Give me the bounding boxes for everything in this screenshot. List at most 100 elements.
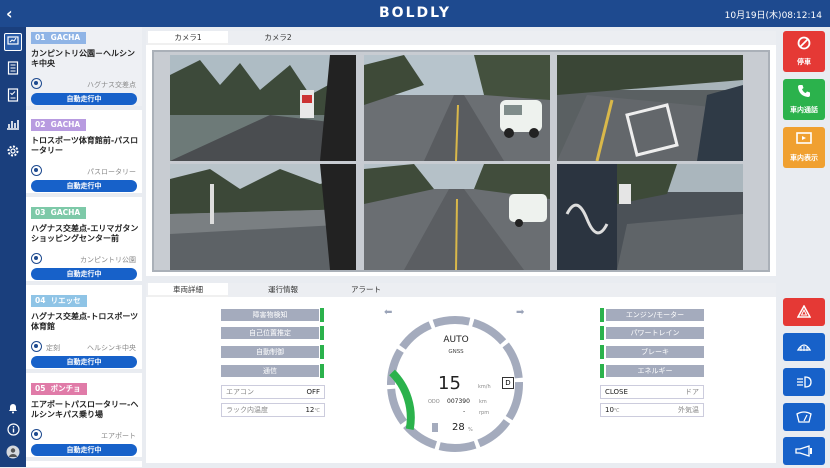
battery-icon <box>432 423 438 432</box>
odo-label: ODO <box>428 399 440 405</box>
status-localization: 自己位置推定 <box>221 327 319 339</box>
monitor-icon[interactable] <box>4 33 22 51</box>
camera-view[interactable] <box>557 164 743 270</box>
headlight-icon <box>797 376 812 388</box>
camera-view[interactable] <box>557 55 743 161</box>
stop-icon <box>31 253 42 264</box>
wiper-icon <box>796 411 812 423</box>
next-stop: カンピントリ公園 <box>80 256 136 264</box>
gear-indicator: D <box>502 377 514 389</box>
vehicle-no: 05 <box>35 384 46 393</box>
outside-temp-value: 10 <box>605 406 614 414</box>
vehicle-card[interactable]: 01 GACHA カンピントリ公園－ヘルシンキ中央 ハグナス交差点 自動走行中 <box>26 27 142 110</box>
checklist-icon[interactable] <box>4 88 22 106</box>
door-field: CLOSE ドア <box>600 385 704 399</box>
vehicle-name: GACHA <box>50 120 81 129</box>
status-indicator <box>600 308 604 322</box>
chart-icon[interactable] <box>4 117 22 135</box>
status-engine-motor: エンジン/モーター <box>606 309 704 321</box>
vehicle-name: GACHA <box>50 33 81 42</box>
nav-rail <box>0 27 26 467</box>
rack-temp-label: ラック内温度 <box>226 406 268 414</box>
in-car-display-button[interactable]: 車内表示 <box>783 127 825 168</box>
driving-status-button[interactable]: 自動走行中 <box>31 268 137 280</box>
vehicle-name: GACHA <box>50 208 81 217</box>
driving-status-button[interactable]: 自動走行中 <box>31 356 137 368</box>
status-indicator <box>600 364 604 378</box>
vehicle-tag: 04 リエッセ <box>31 295 87 307</box>
vehicle-no: 04 <box>35 296 46 305</box>
top-bar: ‹ BOLDLY 10月19日(木)08:12:14 <box>0 0 830 27</box>
status-brake: ブレーキ <box>606 346 704 358</box>
battery-value: 28 <box>452 422 465 433</box>
status-powertrain: パワートレイン <box>606 327 704 339</box>
info-icon[interactable] <box>4 423 22 441</box>
tab-vehicle-detail[interactable]: 車両詳細 <box>148 283 228 297</box>
stop-icon <box>31 341 42 352</box>
vehicle-tag: 03 GACHA <box>31 207 87 219</box>
stop-vehicle-button[interactable]: 停車 <box>783 31 825 72</box>
stop-icon <box>31 165 42 176</box>
vehicle-no: 01 <box>35 33 46 42</box>
horn-icon <box>795 445 812 457</box>
vehicle-detail-panel: 車両詳細 運行情報 アラート 障害物検知 自己位置推定 自動制御 通信 エアコン… <box>146 283 776 463</box>
door-label: ドア <box>685 388 699 396</box>
headlight-button[interactable] <box>783 368 825 396</box>
status-communication: 通信 <box>221 365 319 377</box>
tab-alert[interactable]: アラート <box>326 283 406 297</box>
vehicle-tag: 02 GACHA <box>31 119 87 131</box>
route-title: ハグナス交差点-トロスポーツ体育館 <box>31 312 139 331</box>
hazard-icon <box>796 304 812 318</box>
status-indicator <box>320 345 324 359</box>
camera-view[interactable] <box>364 55 550 161</box>
defroster-button[interactable] <box>783 333 825 361</box>
camera-view[interactable] <box>364 164 550 270</box>
bell-icon[interactable] <box>4 401 22 419</box>
vehicle-tag: 05 ポンチョ <box>31 383 87 395</box>
vehicle-no: 02 <box>35 120 46 129</box>
tab-camera-2[interactable]: カメラ2 <box>238 31 318 45</box>
aircon-label: エアコン <box>226 388 254 396</box>
camera-view[interactable] <box>170 55 356 161</box>
outside-temp-label: 外気温 <box>678 406 699 414</box>
drive-mode: AUTO <box>443 335 469 345</box>
rack-temp-field: ラック内温度 12℃ <box>221 403 325 417</box>
vehicle-card[interactable]: 04 リエッセ ハグナス交差点-トロスポーツ体育館 定刻 ヘルシンキ中央 自動走… <box>26 290 142 373</box>
call-label: 車内通話 <box>790 106 818 114</box>
defroster-icon <box>796 344 812 351</box>
camera-grid <box>152 50 770 272</box>
stop-icon <box>31 78 42 89</box>
hazard-button[interactable] <box>783 298 825 326</box>
driving-status-button[interactable]: 自動走行中 <box>31 180 137 192</box>
vehicle-card[interactable]: 03 GACHA ハグナス交差点-エリマガタンショッピングセンター前 カンピント… <box>26 202 142 285</box>
route-title: カンピントリ公園－ヘルシンキ中央 <box>31 49 135 68</box>
user-icon[interactable] <box>4 445 22 463</box>
tab-camera-1[interactable]: カメラ1 <box>148 31 228 45</box>
driving-status-button[interactable]: 自動走行中 <box>31 444 137 456</box>
prohibit-icon <box>783 36 825 54</box>
status-indicator <box>320 326 324 340</box>
next-stop: ハグナス交差点 <box>87 81 136 89</box>
rpm-value: - <box>463 408 466 415</box>
driving-status-button[interactable]: 自動走行中 <box>31 93 137 105</box>
odo-value: 007390 <box>447 398 470 405</box>
status-energy: エネルギー <box>606 365 704 377</box>
tab-operation-info[interactable]: 運行情報 <box>243 283 323 297</box>
gear-icon[interactable] <box>4 144 22 162</box>
app-logo: BOLDLY <box>379 5 451 21</box>
camera-panel: カメラ1 カメラ2 <box>146 31 776 276</box>
route-title: エアポートパスロータリー-ヘルシンキパス乗り場 <box>31 400 139 419</box>
route-title: ハグナス交差点-エリマガタンショッピングセンター前 <box>31 224 139 243</box>
camera-view[interactable] <box>170 164 356 270</box>
in-car-call-button[interactable]: 車内通話 <box>783 79 825 120</box>
next-stop: エアポート <box>101 432 136 440</box>
speed-unit: km/h <box>478 384 491 390</box>
horn-button[interactable] <box>783 437 825 465</box>
wiper-button[interactable] <box>783 403 825 431</box>
document-icon[interactable] <box>4 61 22 79</box>
vehicle-tag: 01 GACHA <box>31 32 87 44</box>
vehicle-card[interactable]: 02 GACHA トロスポーツ体育館前-パスロータリー パスロータリー 自動走行… <box>26 114 142 197</box>
camera-tabs: カメラ1 カメラ2 <box>146 31 776 45</box>
vehicle-card[interactable]: 05 ポンチョ エアポートパスロータリー-ヘルシンキパス乗り場 エアポート 自動… <box>26 378 142 461</box>
status-obstacle-detection: 障害物検知 <box>221 309 319 321</box>
